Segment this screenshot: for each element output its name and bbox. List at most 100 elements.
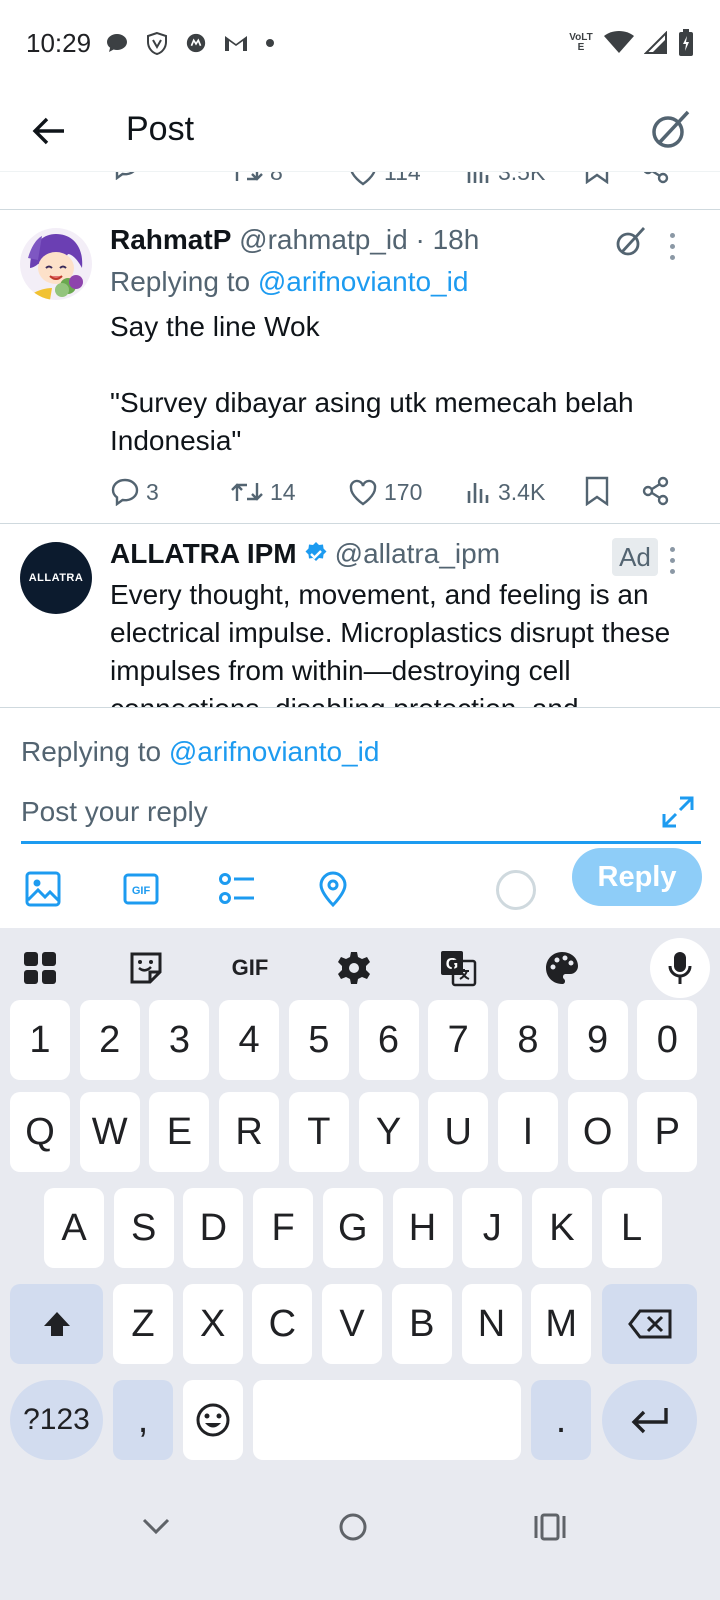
promoted-post[interactable]: ALLATRA ALLATRA IPM @allatra_ipm Ad Ever… — [0, 524, 720, 708]
key-8[interactable]: 8 — [497, 1000, 558, 1080]
views-icon — [467, 483, 489, 503]
reply-submit-button[interactable]: Reply — [572, 848, 702, 906]
palette-icon[interactable] — [542, 948, 582, 988]
retweet-button[interactable]: 14 — [230, 472, 296, 512]
replying-to: Replying to @arifnovianto_id — [21, 736, 380, 767]
author-handle[interactable]: @allatra_ipm — [335, 538, 500, 570]
location-icon[interactable] — [314, 870, 352, 908]
replying-to-handle[interactable]: @arifnovianto_id — [258, 266, 469, 297]
key-l[interactable]: L — [601, 1188, 662, 1268]
key-g[interactable]: G — [322, 1188, 383, 1268]
home-circle-icon[interactable] — [338, 1512, 368, 1542]
back-button[interactable] — [26, 108, 72, 154]
key-b[interactable]: B — [391, 1284, 452, 1364]
key-r[interactable]: R — [219, 1092, 280, 1172]
key-u[interactable]: U — [428, 1092, 489, 1172]
key-q[interactable]: Q — [10, 1092, 70, 1172]
key-t[interactable]: T — [288, 1092, 349, 1172]
emoji-key[interactable] — [183, 1380, 243, 1460]
key-y[interactable]: Y — [358, 1092, 419, 1172]
grok-icon[interactable] — [612, 224, 648, 260]
key-5[interactable]: 5 — [288, 1000, 349, 1080]
enter-icon — [631, 1408, 668, 1434]
poll-icon[interactable] — [218, 870, 256, 908]
key-3[interactable]: 3 — [149, 1000, 210, 1080]
key-v[interactable]: V — [322, 1284, 383, 1364]
gif-key[interactable]: GIF — [228, 948, 272, 988]
key-c[interactable]: C — [252, 1284, 313, 1364]
message-bubble-icon — [107, 34, 128, 52]
bookmark-icon[interactable] — [584, 476, 610, 506]
key-n[interactable]: N — [461, 1284, 522, 1364]
key-0[interactable]: 0 — [637, 1000, 698, 1080]
key-x[interactable]: X — [182, 1284, 243, 1364]
key-i[interactable]: I — [497, 1092, 558, 1172]
gif-icon[interactable]: GIF — [122, 870, 160, 908]
microphone-button[interactable] — [650, 938, 710, 998]
keyboard-toolbar: GIF G — [0, 928, 720, 1008]
like-button[interactable]: 170 — [348, 472, 422, 512]
emoji-icon — [196, 1403, 230, 1437]
recents-icon[interactable] — [534, 1512, 566, 1542]
author-name[interactable]: RahmatP — [110, 224, 231, 255]
avatar[interactable] — [20, 228, 92, 300]
reply-icon — [111, 478, 139, 506]
author-handle[interactable]: @rahmatp_id — [239, 224, 408, 255]
key-d[interactable]: D — [183, 1188, 244, 1268]
more-options-icon[interactable] — [664, 226, 680, 266]
avatar-image — [20, 228, 92, 300]
key-m[interactable]: M — [531, 1284, 592, 1364]
post-text: Say the line Wok "Survey dibayar asing u… — [110, 311, 634, 456]
key-e[interactable]: E — [149, 1092, 210, 1172]
share-icon[interactable] — [642, 476, 670, 506]
settings-gear-icon[interactable] — [334, 948, 374, 988]
reply-input[interactable] — [21, 792, 701, 844]
soft-keyboard: GIF G 1234567890 QWERTYUIOP ASDFGHJKL ZX… — [0, 928, 720, 1506]
notification-icons — [105, 31, 275, 55]
dot-icon — [266, 39, 275, 47]
key-1[interactable]: 1 — [10, 1000, 70, 1080]
key-j[interactable]: J — [462, 1188, 523, 1268]
key-4[interactable]: 4 — [219, 1000, 280, 1080]
key-z[interactable]: Z — [113, 1284, 173, 1364]
key-f[interactable]: F — [253, 1188, 314, 1268]
expand-icon[interactable] — [660, 794, 696, 830]
chevron-down-icon[interactable] — [142, 1516, 170, 1536]
grok-icon[interactable] — [646, 106, 694, 154]
key-p[interactable]: P — [637, 1092, 698, 1172]
volte-icon: VoLTE — [569, 32, 593, 53]
reply-button[interactable]: 3 — [110, 472, 159, 512]
more-options-icon[interactable] — [664, 540, 680, 580]
views-button[interactable]: 3.4K — [466, 472, 545, 512]
wifi-icon — [604, 31, 634, 53]
replying-to: Replying to @arifnovianto_id — [110, 266, 469, 297]
backspace-key[interactable] — [602, 1284, 697, 1364]
space-key[interactable] — [253, 1380, 521, 1460]
retweet-count: 14 — [270, 478, 296, 505]
reply-post[interactable]: RahmatP @rahmatp_id · 18h Replying to @a… — [0, 210, 720, 524]
key-2[interactable]: 2 — [79, 1000, 140, 1080]
system-icons: VoLTE — [568, 29, 694, 57]
translate-icon[interactable]: G — [438, 948, 478, 988]
shift-key[interactable] — [10, 1284, 103, 1364]
key-a[interactable]: A — [44, 1188, 104, 1268]
apps-grid-icon[interactable] — [20, 948, 60, 988]
replying-to-handle[interactable]: @arifnovianto_id — [169, 736, 380, 767]
key-6[interactable]: 6 — [358, 1000, 419, 1080]
comma-key[interactable]: , — [113, 1380, 173, 1460]
key-h[interactable]: H — [392, 1188, 453, 1268]
view-count: 3.4K — [498, 478, 546, 505]
key-s[interactable]: S — [113, 1188, 174, 1268]
period-key[interactable]: . — [531, 1380, 591, 1460]
sticker-icon[interactable] — [126, 948, 166, 988]
author-name[interactable]: ALLATRA IPM — [110, 538, 297, 570]
key-o[interactable]: O — [567, 1092, 628, 1172]
symbols-key[interactable]: ?123 — [10, 1380, 103, 1460]
key-9[interactable]: 9 — [567, 1000, 628, 1080]
key-w[interactable]: W — [79, 1092, 140, 1172]
avatar[interactable]: ALLATRA — [20, 542, 92, 614]
key-k[interactable]: K — [531, 1188, 592, 1268]
key-7[interactable]: 7 — [428, 1000, 489, 1080]
image-icon[interactable] — [24, 870, 62, 908]
enter-key[interactable] — [602, 1380, 697, 1460]
